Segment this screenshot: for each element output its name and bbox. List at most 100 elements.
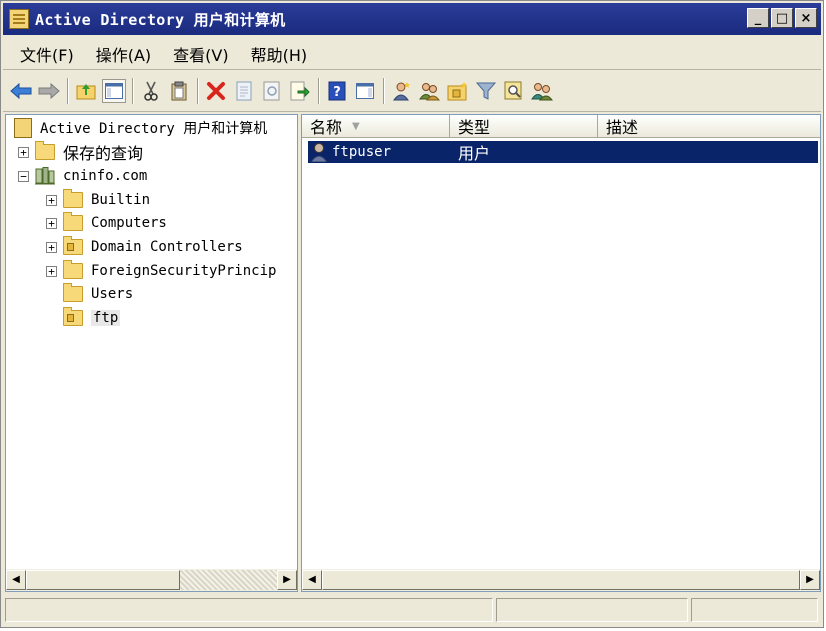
new-user-button[interactable] xyxy=(390,79,414,103)
tree-item-label: ftp xyxy=(91,310,121,326)
new-ou-button[interactable] xyxy=(446,79,470,103)
domain-icon xyxy=(35,167,55,185)
scroll-track[interactable] xyxy=(322,570,800,590)
window-controls: _ □ × xyxy=(747,8,817,28)
export-list-button[interactable] xyxy=(288,79,312,103)
filter-button[interactable] xyxy=(474,79,498,103)
tree-item-ftp[interactable]: ftp xyxy=(46,307,121,329)
forward-icon xyxy=(38,82,60,100)
status-bar xyxy=(5,598,821,624)
scroll-right-button[interactable]: ▶ xyxy=(277,570,297,590)
tree-item-builtin[interactable]: + Builtin xyxy=(46,189,150,211)
list-horizontal-scrollbar[interactable]: ◀ ▶ xyxy=(302,569,820,591)
window-title: Active Directory 用户和计算机 xyxy=(35,10,286,29)
tree-item-label: 保存的查询 xyxy=(63,144,144,163)
scroll-thumb[interactable] xyxy=(322,570,800,590)
tree-item-domain-controllers[interactable]: + Domain Controllers xyxy=(46,236,243,258)
properties-button[interactable] xyxy=(232,79,256,103)
menu-file[interactable]: 文件(F) xyxy=(9,42,85,66)
tree-item-computers[interactable]: + Computers xyxy=(46,212,167,234)
list-row-selected[interactable]: ftpuser 用户 xyxy=(308,141,818,163)
tree-root[interactable]: Active Directory 用户和计算机 xyxy=(14,117,267,139)
tree-expander[interactable]: + xyxy=(46,217,57,229)
scroll-track[interactable] xyxy=(26,570,277,590)
status-panel-2 xyxy=(496,598,688,622)
new-group-icon xyxy=(419,83,441,101)
tree-item-label: Domain Controllers xyxy=(91,239,243,255)
cell-name: ftpuser xyxy=(308,141,456,163)
menu-action[interactable]: 操作(A) xyxy=(85,42,162,66)
maximize-button[interactable]: □ xyxy=(771,8,793,28)
tree-pane[interactable]: Active Directory 用户和计算机 + 保存的查询 − cninfo… xyxy=(5,114,298,592)
cell-description xyxy=(606,141,816,163)
cell-type: 用户 xyxy=(458,144,491,163)
svg-text:?: ? xyxy=(333,85,341,100)
cell-name-text: ftpuser xyxy=(332,144,392,160)
tree-expander[interactable]: + xyxy=(46,241,57,253)
list-pane[interactable]: 名称 ▼ 类型 描述 ftpuser 用户 ◀ ▶ xyxy=(301,114,821,592)
show-hide-tree-button[interactable] xyxy=(102,79,126,103)
properties-icon xyxy=(236,81,252,101)
column-header-description[interactable]: 描述 xyxy=(598,115,820,137)
action-pane-icon xyxy=(356,83,374,99)
folder-icon xyxy=(63,212,83,231)
scroll-left-button[interactable]: ◀ xyxy=(302,570,322,590)
column-header-label: 类型 xyxy=(458,118,491,137)
scroll-thumb[interactable] xyxy=(26,570,180,590)
new-group-button[interactable] xyxy=(418,79,442,103)
delete-icon xyxy=(207,82,225,100)
menu-view[interactable]: 查看(V) xyxy=(162,42,239,66)
toolbar-separator xyxy=(197,78,198,104)
add-to-group-icon xyxy=(531,83,553,101)
cut-button[interactable] xyxy=(139,79,163,103)
app-window: Active Directory 用户和计算机 _ □ × 文件(F) 操作(A… xyxy=(0,0,824,628)
status-panel-main xyxy=(5,598,493,622)
tree-expander[interactable]: + xyxy=(18,146,29,158)
add-to-group-button[interactable] xyxy=(530,79,554,103)
folder-icon xyxy=(63,189,83,208)
tree-item-domain[interactable]: − cninfo.com xyxy=(18,165,147,187)
tree-expander[interactable]: + xyxy=(46,265,57,277)
export-list-icon xyxy=(290,81,310,101)
status-panel-3 xyxy=(691,598,818,622)
scroll-right-button[interactable]: ▶ xyxy=(800,570,820,590)
menu-bar: 文件(F) 操作(A) 查看(V) 帮助(H) xyxy=(3,39,821,70)
back-button[interactable] xyxy=(9,79,33,103)
column-header-type[interactable]: 类型 xyxy=(450,115,598,137)
paste-button[interactable] xyxy=(167,79,191,103)
toolbar-separator xyxy=(132,78,133,104)
help-icon: ? xyxy=(328,81,346,101)
refresh-button[interactable] xyxy=(260,79,284,103)
tree-item-saved-queries[interactable]: + 保存的查询 xyxy=(18,141,143,163)
tree-item-label: cninfo.com xyxy=(63,168,148,184)
refresh-icon xyxy=(263,81,280,101)
up-level-button[interactable] xyxy=(74,79,98,103)
console-snapin-icon xyxy=(9,9,29,29)
up-level-icon xyxy=(76,84,96,100)
paste-icon xyxy=(171,81,187,101)
toolbar-separator xyxy=(318,78,319,104)
find-button[interactable] xyxy=(502,79,526,103)
tree-expander[interactable]: − xyxy=(18,170,29,182)
user-icon xyxy=(310,143,328,162)
tree-item-users[interactable]: Users xyxy=(46,283,133,305)
organizational-unit-icon xyxy=(63,236,83,255)
help-button[interactable]: ? xyxy=(325,79,349,103)
sort-descending-icon: ▼ xyxy=(352,120,360,132)
forward-button[interactable] xyxy=(37,79,61,103)
delete-button[interactable] xyxy=(204,79,228,103)
tree-horizontal-scrollbar[interactable]: ◀ ▶ xyxy=(6,569,297,591)
column-header-name[interactable]: 名称 ▼ xyxy=(302,115,450,137)
tree-item-label: Computers xyxy=(91,215,167,231)
minimize-button[interactable]: _ xyxy=(747,8,769,28)
scroll-left-button[interactable]: ◀ xyxy=(6,570,26,590)
new-ou-icon xyxy=(447,82,467,101)
close-button[interactable]: × xyxy=(795,8,817,28)
tree-item-foreign-security-principals[interactable]: + ForeignSecurityPrincip xyxy=(46,260,276,282)
title-bar[interactable]: Active Directory 用户和计算机 _ □ × xyxy=(3,3,821,35)
tree-item-label: Users xyxy=(91,286,134,302)
menu-help[interactable]: 帮助(H) xyxy=(240,42,319,66)
action-pane-button[interactable] xyxy=(353,79,377,103)
find-icon xyxy=(504,81,522,100)
tree-expander[interactable]: + xyxy=(46,194,57,206)
